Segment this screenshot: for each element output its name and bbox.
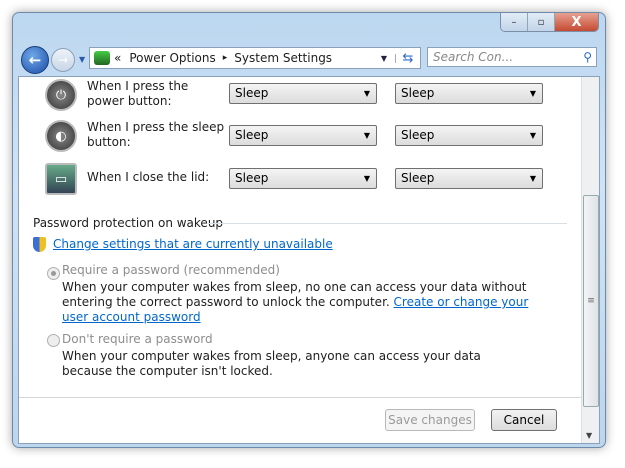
content-pane: ⏻ When I press the power button: Sleep ▼ … — [18, 76, 600, 444]
lid-row: ▭ When I close the lid: Sleep ▼ Sleep ▼ — [19, 163, 579, 199]
select-value: Sleep — [235, 86, 269, 100]
sleep-button-plugged-select[interactable]: Sleep ▼ — [395, 125, 543, 146]
back-button[interactable]: ← — [21, 46, 49, 74]
row-label: When I press the power button: — [87, 79, 189, 108]
close-button[interactable]: X — [555, 13, 598, 31]
power-button-battery-select[interactable]: Sleep ▼ — [229, 83, 377, 104]
row-label: When I close the lid: — [87, 170, 210, 184]
scrollbar-thumb[interactable]: ≡ — [583, 195, 599, 407]
chevron-down-icon: ▼ — [363, 89, 370, 98]
search-placeholder: Search Con... — [433, 50, 514, 64]
forward-button[interactable]: → — [51, 48, 75, 72]
breadcrumb-system-settings[interactable]: System Settings — [234, 51, 332, 65]
select-value: Sleep — [401, 128, 435, 142]
cancel-button[interactable]: Cancel — [491, 409, 557, 431]
breadcrumb-power-options[interactable]: Power Options — [129, 51, 215, 65]
laptop-lid-icon: ▭ — [45, 163, 77, 195]
save-changes-button[interactable]: Save changes — [385, 409, 475, 431]
divider — [209, 223, 567, 224]
refresh-icon[interactable]: ⇆ — [396, 51, 420, 66]
breadcrumb-overflow[interactable]: « — [114, 51, 121, 65]
chevron-down-icon: ▼ — [363, 131, 370, 140]
chevron-down-icon: ▼ — [363, 174, 370, 183]
scroll-down-icon[interactable]: ▼ — [586, 431, 592, 440]
chevron-down-icon: ▼ — [529, 89, 536, 98]
power-button-row: ⏻ When I press the power button: Sleep ▼ … — [19, 79, 579, 115]
power-options-icon — [94, 51, 110, 65]
select-value: Sleep — [401, 86, 435, 100]
select-value: Sleep — [235, 171, 269, 185]
vertical-scrollbar[interactable]: ≡ ▼ — [581, 77, 599, 443]
chevron-down-icon: ▼ — [529, 174, 536, 183]
password-heading: Password protection on wakeup — [33, 216, 224, 230]
sleep-button-battery-select[interactable]: Sleep ▼ — [229, 125, 377, 146]
power-button-plugged-select[interactable]: Sleep ▼ — [395, 83, 543, 104]
uac-shield-icon — [33, 237, 46, 252]
dont-require-password-desc: When your computer wakes from sleep, any… — [62, 349, 481, 378]
select-value: Sleep — [235, 128, 269, 142]
dont-require-password-label: Don't require a password — [62, 332, 213, 346]
dont-require-password-radio[interactable] — [47, 334, 60, 347]
sleep-button-icon: ◐ — [45, 120, 77, 152]
require-password-label: Require a password (recommended) — [62, 263, 280, 277]
lid-plugged-select[interactable]: Sleep ▼ — [395, 168, 543, 189]
lid-battery-select[interactable]: Sleep ▼ — [229, 168, 377, 189]
caption-buttons: – ▫ X — [500, 13, 599, 32]
address-dropdown[interactable]: ▼ — [373, 53, 396, 63]
search-input[interactable]: Search Con... ⚲ — [427, 47, 597, 67]
chevron-down-icon: ▼ — [529, 131, 536, 140]
address-bar[interactable]: « Power Options ▸ System Settings ▼ ⇆ — [89, 47, 421, 69]
breadcrumb-separator-icon[interactable]: ▸ — [223, 53, 228, 63]
select-value: Sleep — [401, 171, 435, 185]
footer-divider — [19, 397, 581, 398]
change-settings-link[interactable]: Change settings that are currently unava… — [53, 237, 333, 251]
recent-pages-dropdown[interactable]: ▼ — [79, 55, 85, 64]
window: – ▫ X ← → ▼ « Power Options ▸ System Set… — [12, 12, 606, 448]
sleep-button-row: ◐ When I press the sleep button: Sleep ▼ … — [19, 120, 579, 156]
row-label: When I press the sleep button: — [87, 120, 225, 149]
require-password-desc: When your computer wakes from sleep, no … — [62, 280, 552, 325]
minimize-button[interactable]: – — [501, 13, 528, 31]
power-button-icon: ⏻ — [45, 79, 77, 111]
require-password-radio[interactable] — [47, 267, 60, 280]
search-icon[interactable]: ⚲ — [583, 50, 592, 64]
maximize-button[interactable]: ▫ — [528, 13, 555, 31]
